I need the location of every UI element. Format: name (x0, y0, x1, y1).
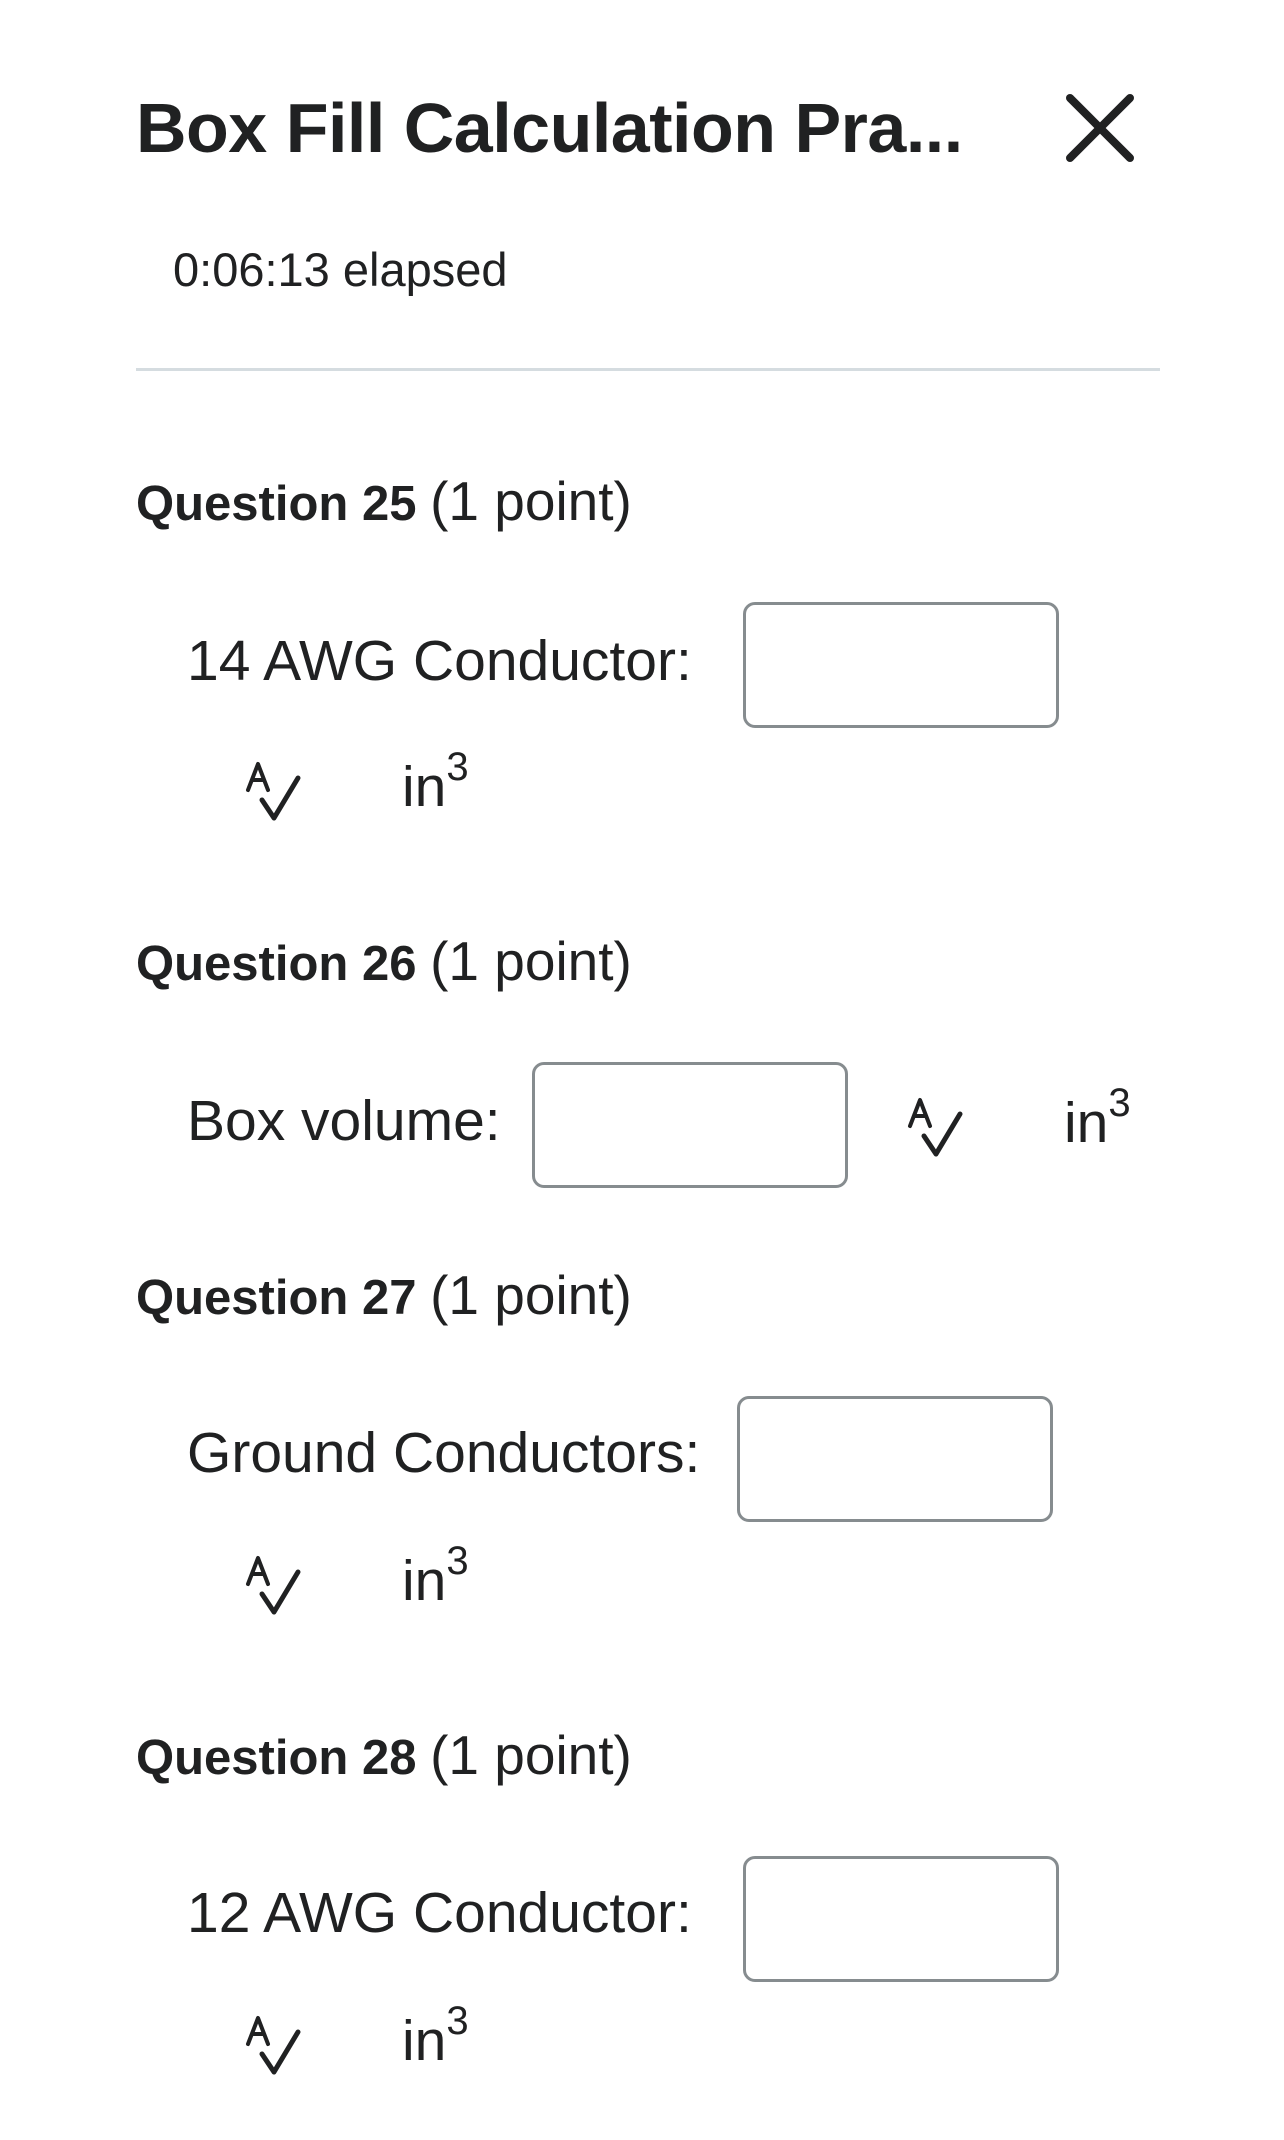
question-points: (1 point) (430, 1264, 632, 1326)
question-number: Question 26 (136, 937, 417, 991)
question-27-answer-input[interactable] (737, 1396, 1053, 1522)
question-number: Question 28 (136, 1731, 417, 1785)
question-25-spellcheck-button[interactable] (244, 760, 304, 824)
question-number: Question 27 (136, 1271, 417, 1325)
question-26-spellcheck-button[interactable] (906, 1096, 966, 1160)
question-26-label: Box volume: (187, 1089, 501, 1153)
question-points: (1 point) (430, 1724, 632, 1786)
spellcheck-icon (246, 2016, 301, 2075)
header: Box Fill Calculation Pra... (136, 78, 1136, 178)
question-26-heading: Question 26 (1 point) (136, 928, 632, 997)
elapsed-timer: 0:06:13 elapsed (173, 243, 508, 296)
question-25-label: 14 AWG Conductor: (187, 629, 692, 693)
page-title: Box Fill Calculation Pra... (136, 89, 963, 167)
question-25-answer-input[interactable] (743, 602, 1059, 728)
question-27-spellcheck-button[interactable] (244, 1554, 304, 1618)
spellcheck-icon (246, 762, 301, 821)
question-28-spellcheck-button[interactable] (244, 2014, 304, 2078)
close-button[interactable] (1060, 88, 1140, 168)
spellcheck-icon (246, 1556, 301, 1615)
spellcheck-icon (908, 1098, 963, 1157)
question-28-unit: in3 (402, 1999, 469, 2073)
question-26-answer-input[interactable] (532, 1062, 848, 1188)
question-25-unit: in3 (402, 745, 469, 819)
question-26-unit: in3 (1064, 1081, 1131, 1155)
question-25-heading: Question 25 (1 point) (136, 468, 632, 537)
question-points: (1 point) (430, 470, 632, 532)
question-28-answer-input[interactable] (743, 1856, 1059, 1982)
question-28-heading: Question 28 (1 point) (136, 1722, 632, 1791)
question-number: Question 25 (136, 477, 417, 531)
close-icon (1066, 94, 1134, 162)
question-points: (1 point) (430, 930, 632, 992)
question-28-label: 12 AWG Conductor: (187, 1881, 692, 1945)
question-27-unit: in3 (402, 1539, 469, 1613)
question-27-heading: Question 27 (1 point) (136, 1262, 632, 1331)
question-27-label: Ground Conductors: (187, 1421, 701, 1485)
divider (136, 368, 1160, 371)
